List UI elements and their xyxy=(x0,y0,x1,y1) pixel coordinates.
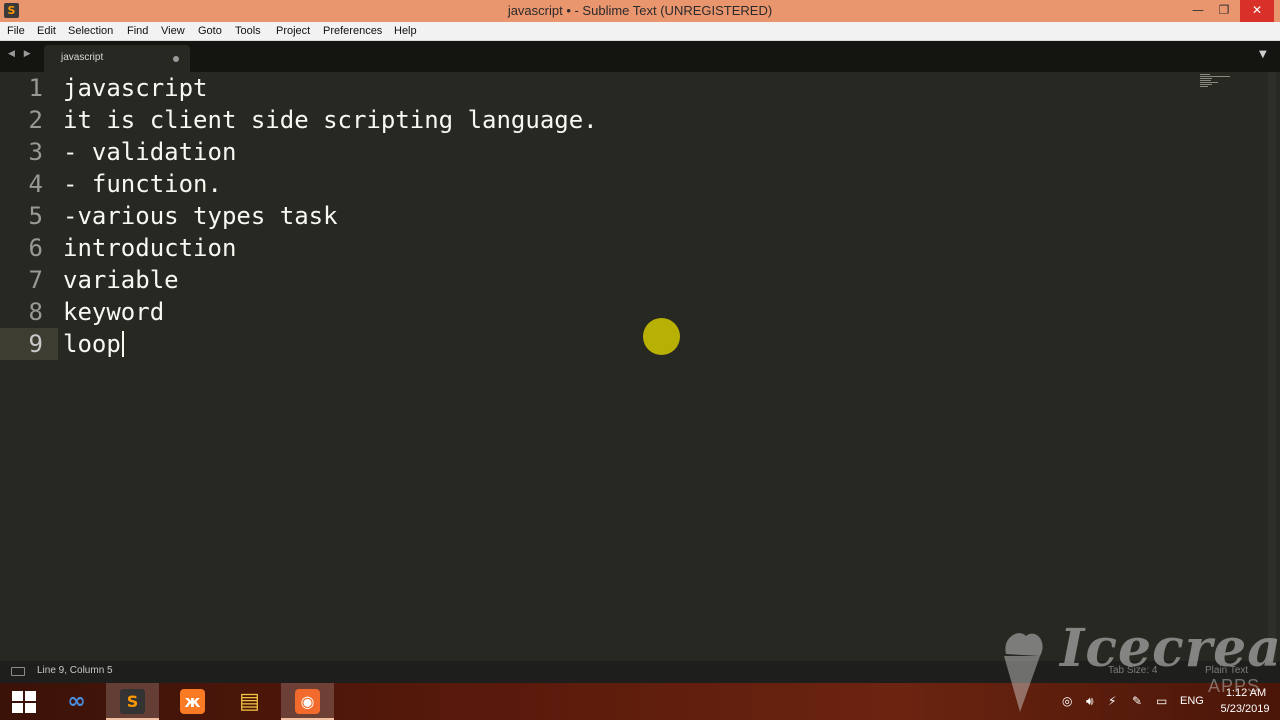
tab-size-selector[interactable]: Tab Size: 4 xyxy=(1108,665,1157,676)
windows-logo-icon xyxy=(12,691,36,713)
close-button[interactable]: ✕ xyxy=(1240,0,1274,22)
code-line-current[interactable]: 9 loop xyxy=(0,328,1200,360)
tab-dropdown-icon[interactable]: ▼ xyxy=(1259,49,1267,60)
tab-javascript[interactable]: javascript xyxy=(44,45,190,72)
cursor-position: Line 9, Column 5 xyxy=(37,665,113,676)
line-text[interactable]: it is client side scripting language. xyxy=(63,104,598,136)
window-title: javascript • - Sublime Text (UNREGISTERE… xyxy=(507,3,773,18)
panel-toggle-icon[interactable] xyxy=(11,667,25,676)
line-text[interactable]: keyword xyxy=(63,296,164,328)
menu-selection[interactable]: Selection xyxy=(68,22,113,41)
system-tray: ◎ 🔊︎ ⚡︎ ✎ ▭ ENG 1:12 AM 5/23/2019 xyxy=(1058,683,1280,720)
tab-bar: ◀ ▶ javascript ▼ xyxy=(0,41,1280,72)
line-text[interactable]: -various types task xyxy=(63,200,338,232)
line-text[interactable]: - function. xyxy=(63,168,222,200)
unsaved-dot-icon[interactable] xyxy=(173,56,179,62)
code-line[interactable]: 3 - validation xyxy=(0,136,1200,168)
menu-tools[interactable]: Tools xyxy=(235,22,261,41)
line-text[interactable]: javascript xyxy=(63,72,208,104)
status-bar: Line 9, Column 5 Tab Size: 4 Plain Text xyxy=(0,661,1280,683)
language-indicator[interactable]: ENG xyxy=(1180,695,1204,707)
taskbar-visual-studio[interactable]: ∞ xyxy=(50,683,103,720)
line-number: 5 xyxy=(28,202,43,230)
vertical-scrollbar[interactable] xyxy=(1268,72,1276,661)
mouse-pointer-highlight xyxy=(643,318,680,355)
minimize-button[interactable]: — xyxy=(1186,0,1210,22)
code-line[interactable]: 8 keyword xyxy=(0,296,1200,328)
menu-edit[interactable]: Edit xyxy=(37,22,56,41)
line-number: 2 xyxy=(28,106,43,134)
sublime-text-icon: S xyxy=(120,689,145,714)
screen-recorder-icon: ◉ xyxy=(295,689,320,714)
line-number: 6 xyxy=(28,234,43,262)
line-number: 1 xyxy=(28,74,43,102)
line-number: 8 xyxy=(28,298,43,326)
minimap[interactable] xyxy=(1200,74,1232,88)
notifications-icon[interactable]: ▭ xyxy=(1156,694,1167,708)
syntax-selector[interactable]: Plain Text xyxy=(1205,665,1248,676)
menu-project[interactable]: Project xyxy=(276,22,310,41)
title-bar: S javascript • - Sublime Text (UNREGISTE… xyxy=(0,0,1280,22)
folder-icon: ▤ xyxy=(239,689,260,714)
line-number: 7 xyxy=(28,266,43,294)
line-text[interactable]: variable xyxy=(63,264,179,296)
line-number: 3 xyxy=(28,138,43,166)
volume-icon[interactable]: 🔊︎ xyxy=(1086,694,1094,709)
visual-studio-icon: ∞ xyxy=(67,689,86,714)
taskbar-xampp[interactable]: ж xyxy=(166,683,219,720)
start-button[interactable] xyxy=(0,683,53,720)
clock-time[interactable]: 1:12 AM xyxy=(1220,687,1272,699)
text-cursor xyxy=(122,331,124,357)
code-line[interactable]: 7 variable xyxy=(0,264,1200,296)
maximize-button[interactable]: ❐ xyxy=(1212,0,1236,22)
line-number: 4 xyxy=(28,170,43,198)
menu-view[interactable]: View xyxy=(161,22,185,41)
taskbar-sublime-text[interactable]: S xyxy=(106,683,159,720)
code-line[interactable]: 1 javascript xyxy=(0,72,1200,104)
line-text[interactable]: - validation xyxy=(63,136,236,168)
pen-icon[interactable]: ✎ xyxy=(1132,694,1142,708)
tab-label: javascript xyxy=(61,52,104,63)
code-line[interactable]: 2 it is client side scripting language. xyxy=(0,104,1200,136)
line-text[interactable]: loop xyxy=(63,328,121,360)
code-line[interactable]: 4 - function. xyxy=(0,168,1200,200)
menu-find[interactable]: Find xyxy=(127,22,148,41)
menu-bar: File Edit Selection Find View Goto Tools… xyxy=(0,22,1280,41)
menu-goto[interactable]: Goto xyxy=(198,22,222,41)
menu-preferences[interactable]: Preferences xyxy=(323,22,382,41)
focus-assist-icon[interactable]: ◎ xyxy=(1062,694,1072,708)
network-icon[interactable]: ⚡︎ xyxy=(1108,694,1116,708)
menu-help[interactable]: Help xyxy=(394,22,417,41)
clock-date[interactable]: 5/23/2019 xyxy=(1214,703,1276,715)
xampp-icon: ж xyxy=(180,689,205,714)
editor-area[interactable]: 1 javascript 2 it is client side scripti… xyxy=(0,72,1280,661)
line-number: 9 xyxy=(28,330,43,358)
line-text[interactable]: introduction xyxy=(63,232,236,264)
code-line[interactable]: 5 -various types task xyxy=(0,200,1200,232)
taskbar-file-explorer[interactable]: ▤ xyxy=(223,683,276,720)
taskbar-screen-recorder[interactable]: ◉ xyxy=(281,683,334,720)
windows-taskbar: ∞ S ж ▤ ◉ ◎ 🔊︎ ⚡︎ ✎ ▭ ENG 1:12 AM 5/23/2… xyxy=(0,683,1280,720)
menu-file[interactable]: File xyxy=(7,22,25,41)
code-line[interactable]: 6 introduction xyxy=(0,232,1200,264)
tab-nav-arrows-icon[interactable]: ◀ ▶ xyxy=(8,49,34,59)
